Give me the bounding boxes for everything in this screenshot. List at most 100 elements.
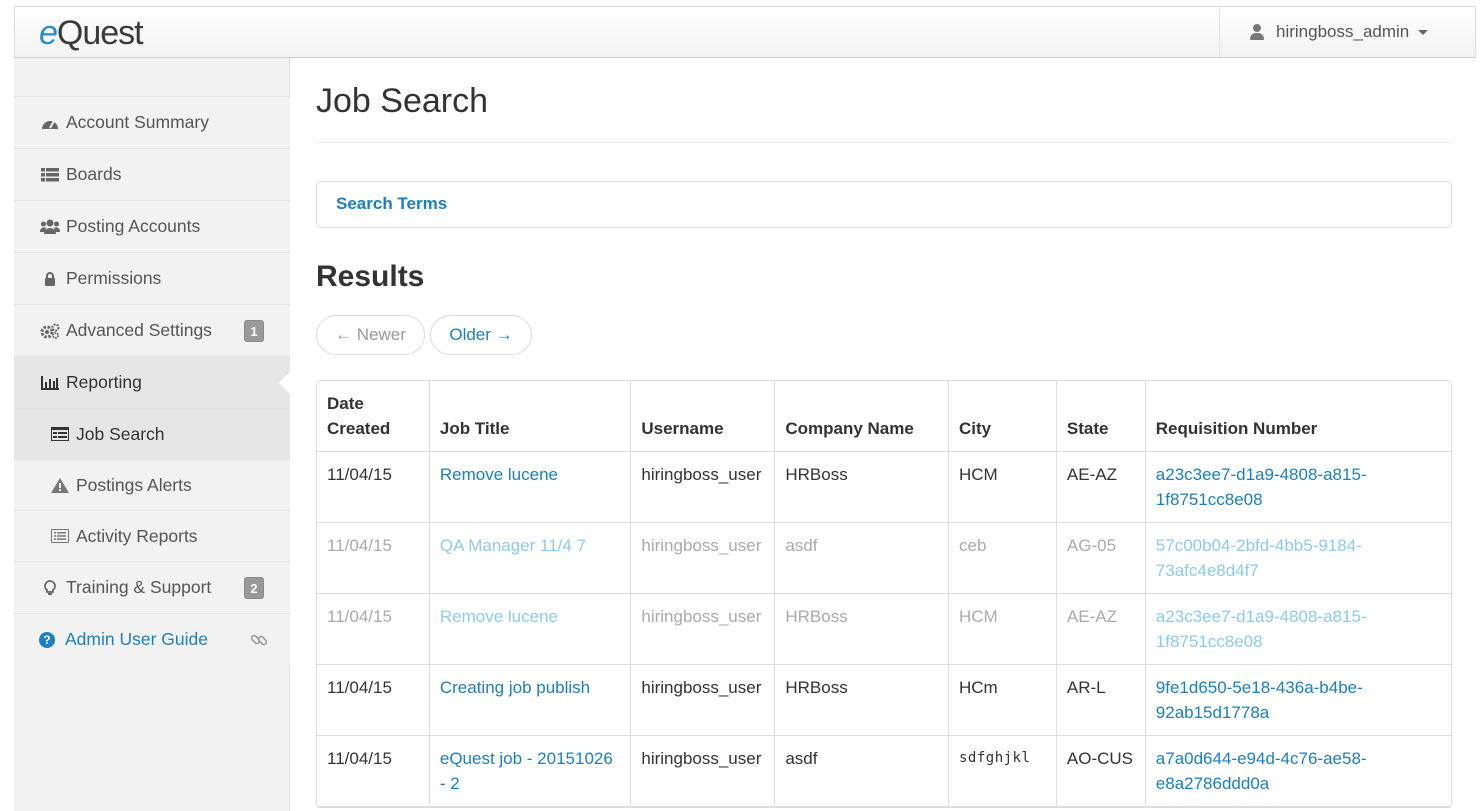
table-header-row: Date Created Job Title Username Company … (317, 381, 1451, 452)
search-terms-panel[interactable]: Search Terms (316, 181, 1452, 228)
table-row: 11/04/15 QA Manager 11/4 7 hiringboss_us… (317, 523, 1451, 594)
column-header-date-created[interactable]: Date Created (317, 381, 430, 452)
cell-username: hiringboss_user (631, 452, 776, 523)
sidebar-item-permissions[interactable]: Permissions (14, 252, 290, 304)
cell-job-title: Remove lucene (429, 594, 632, 665)
cell-company: HRBoss (775, 452, 949, 523)
cell-requisition: a23c3ee7-d1a9-4808-a815-1f8751cc8e08 (1145, 594, 1451, 665)
table-row: 11/04/15 eQuest job - 20151026 - 2 hirin… (317, 736, 1451, 807)
users-icon (40, 219, 60, 235)
sidebar-item-posting-accounts[interactable]: Posting Accounts (14, 200, 290, 252)
sidebar-item-postings-alerts[interactable]: Postings Alerts (14, 459, 290, 510)
requisition-link[interactable]: a23c3ee7-d1a9-4808-a815-1f8751cc8e08 (1156, 465, 1367, 509)
lock-icon (40, 271, 60, 287)
cell-job-title: QA Manager 11/4 7 (429, 523, 632, 594)
list-icon (40, 167, 60, 183)
requisition-link[interactable]: a7a0d644-e94d-4c76-ae58-e8a2786ddd0a (1156, 749, 1367, 793)
cell-city: HCM (948, 594, 1057, 665)
dashboard-icon (40, 115, 60, 131)
table-row: 11/04/15 Remove lucene hiringboss_user H… (317, 452, 1451, 523)
cell-state: AR-L (1056, 665, 1146, 736)
cell-company: HRBoss (775, 594, 949, 665)
cell-job-title: Creating job publish (429, 665, 632, 736)
job-title-link[interactable]: Creating job publish (440, 678, 590, 697)
cell-date: 11/04/15 (317, 594, 430, 665)
table-row: 11/04/15 Remove lucene hiringboss_user H… (317, 594, 1451, 665)
username-label: hiringboss_admin (1276, 22, 1410, 41)
external-link-icon (250, 631, 268, 654)
sidebar-item-advanced-settings[interactable]: Advanced Settings 1 (14, 304, 290, 356)
cell-state: AG-05 (1056, 523, 1146, 594)
requisition-link[interactable]: a23c3ee7-d1a9-4808-a815-1f8751cc8e08 (1156, 607, 1367, 651)
cell-city: HCm (948, 665, 1057, 736)
notification-badge: 2 (244, 577, 264, 599)
warning-icon (50, 477, 70, 493)
requisition-link[interactable]: 9fe1d650-5e18-436a-b4be-92ab15d1778a (1156, 678, 1363, 722)
cell-state: AE-AZ (1056, 452, 1146, 523)
sidebar-item-training-support[interactable]: Training & Support 2 (14, 561, 290, 613)
newer-button[interactable]: ← Newer (316, 315, 425, 355)
active-indicator-arrow (279, 371, 291, 395)
cell-company: HRBoss (775, 665, 949, 736)
search-terms-toggle[interactable]: Search Terms (336, 194, 447, 213)
older-button[interactable]: Older → (430, 315, 532, 355)
job-title-link[interactable]: Remove lucene (440, 465, 558, 484)
sidebar-item-boards[interactable]: Boards (14, 148, 290, 200)
cell-job-title: eQuest job - 20151026 - 2 (429, 736, 632, 807)
job-title-link[interactable]: QA Manager 11/4 7 (440, 536, 586, 555)
cell-company: asdf (775, 736, 949, 807)
sidebar-item-reporting[interactable]: Reporting (14, 356, 291, 408)
divider (316, 142, 1452, 143)
cell-city: HCM (948, 452, 1057, 523)
cell-city: sdfghjkl (948, 736, 1057, 807)
cell-date: 11/04/15 (317, 523, 430, 594)
cell-username: hiringboss_user (631, 594, 776, 665)
job-title-link[interactable]: Remove lucene (440, 607, 558, 626)
sidebar-item-job-search[interactable]: Job Search (14, 408, 290, 459)
notification-badge: 1 (244, 320, 264, 342)
cell-requisition: a7a0d644-e94d-4c76-ae58-e8a2786ddd0a (1145, 736, 1451, 807)
top-navbar: eQuest hiringboss_admin (14, 6, 1476, 58)
question-circle-icon: ? (39, 631, 55, 648)
cell-username: hiringboss_user (631, 665, 776, 736)
sidebar-item-admin-user-guide[interactable]: ? Admin User Guide (14, 613, 290, 665)
table-row: 11/04/15 Creating job publish hiringboss… (317, 665, 1451, 736)
cell-requisition: a23c3ee7-d1a9-4808-a815-1f8751cc8e08 (1145, 452, 1451, 523)
results-heading: Results (316, 260, 425, 293)
cell-state: AO-CUS (1056, 736, 1146, 807)
user-menu-dropdown[interactable]: hiringboss_admin (1219, 7, 1475, 57)
lightbulb-icon (40, 579, 60, 596)
user-icon (1250, 24, 1264, 40)
list-alt-icon (50, 528, 70, 544)
cell-city: ceb (948, 523, 1057, 594)
cell-requisition: 57c00b04-2bfd-4bb5-9184-73afc4e8d4f7 (1145, 523, 1451, 594)
job-title-link[interactable]: eQuest job - 20151026 - 2 (440, 749, 613, 793)
cell-username: hiringboss_user (631, 523, 776, 594)
cell-job-title: Remove lucene (429, 452, 632, 523)
cell-date: 11/04/15 (317, 736, 430, 807)
sidebar-item-account-summary[interactable]: Account Summary (14, 96, 290, 148)
column-header-username[interactable]: Username (631, 381, 776, 452)
cell-state: AE-AZ (1056, 594, 1146, 665)
cell-username: hiringboss_user (631, 736, 776, 807)
pager: ← Newer Older → (316, 315, 532, 355)
column-header-state[interactable]: State (1056, 381, 1146, 452)
cell-company: asdf (775, 523, 949, 594)
column-header-job-title[interactable]: Job Title (429, 381, 632, 452)
cell-requisition: 9fe1d650-5e18-436a-b4be-92ab15d1778a (1145, 665, 1451, 736)
column-header-city[interactable]: City (948, 381, 1057, 452)
cell-date: 11/04/15 (317, 452, 430, 523)
table-icon (50, 426, 70, 442)
sidebar: Account Summary Boards Posting Accounts … (14, 58, 291, 811)
gears-icon (40, 322, 60, 339)
requisition-link[interactable]: 57c00b04-2bfd-4bb5-9184-73afc4e8d4f7 (1156, 536, 1362, 580)
equest-logo[interactable]: eQuest (39, 14, 144, 53)
caret-down-icon (1418, 29, 1429, 35)
page-title: Job Search (316, 82, 488, 120)
bar-chart-icon (40, 375, 60, 391)
sidebar-item-activity-reports[interactable]: Activity Reports (14, 510, 290, 561)
cell-date: 11/04/15 (317, 665, 430, 736)
column-header-company-name[interactable]: Company Name (775, 381, 949, 452)
results-table: Date Created Job Title Username Company … (316, 380, 1452, 808)
column-header-requisition-number[interactable]: Requisition Number (1145, 381, 1451, 452)
